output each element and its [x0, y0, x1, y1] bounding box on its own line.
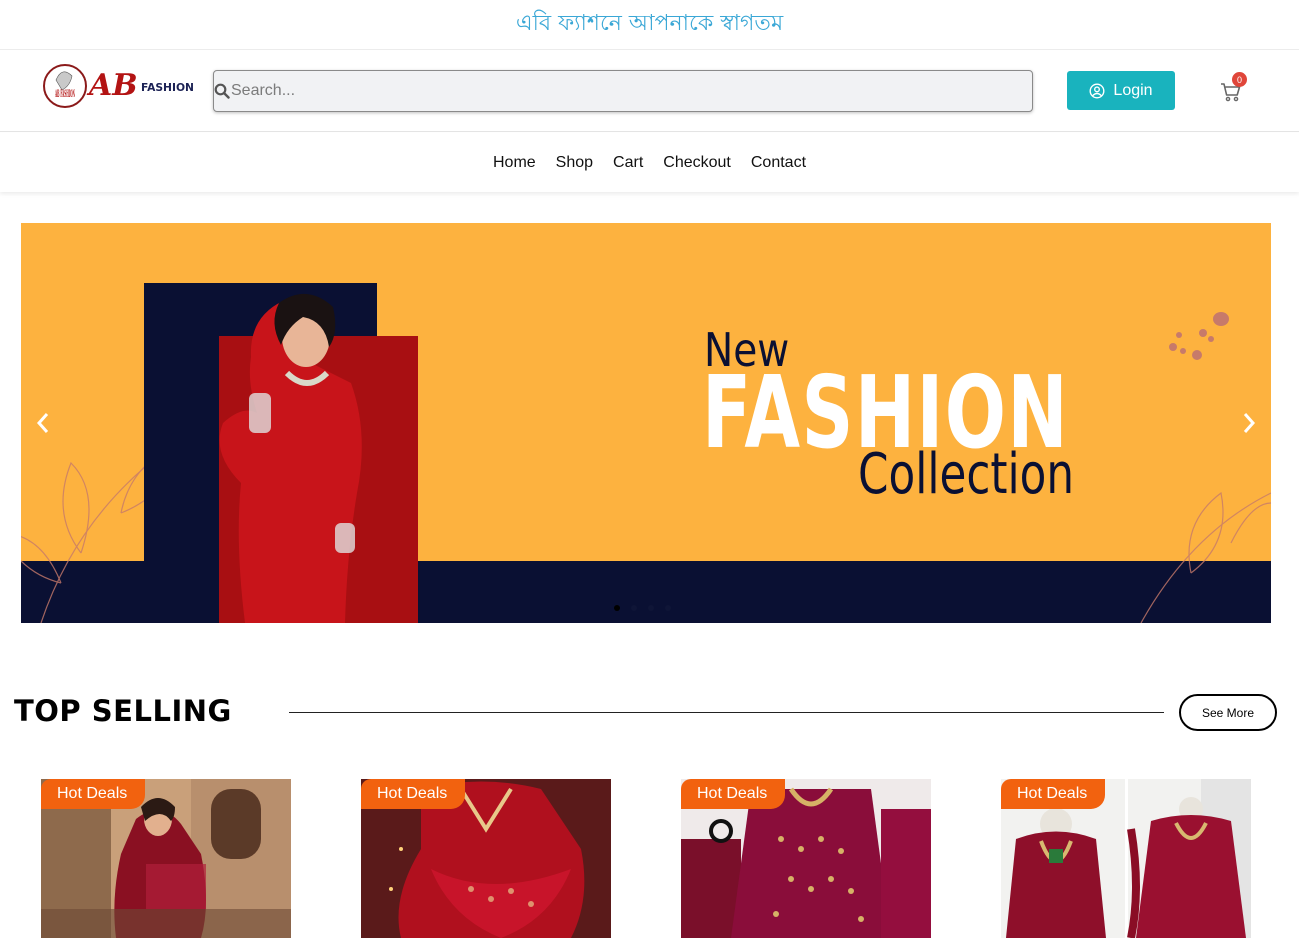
nav-item-home[interactable]: Home: [493, 154, 536, 172]
slider-dot[interactable]: [614, 605, 620, 611]
slider-prev-button[interactable]: [31, 409, 55, 437]
search-icon: [214, 83, 230, 99]
hero-banner-image: [21, 223, 1271, 623]
cart-button[interactable]: 0: [1219, 72, 1249, 106]
product-card[interactable]: Hot Deals: [681, 779, 931, 938]
hot-deals-badge: Hot Deals: [41, 779, 146, 809]
logo-subtext: FASHION: [141, 81, 194, 94]
slider-dot[interactable]: [631, 605, 637, 611]
product-card[interactable]: Hot Deals: [361, 779, 611, 938]
logo-text: AB: [86, 68, 138, 103]
section-divider: [289, 712, 1164, 713]
login-label: Login: [1113, 81, 1153, 99]
search-box[interactable]: [213, 70, 1033, 112]
welcome-text: এবি ফ্যাশনে আপনাকে স্বাগতম: [515, 10, 784, 36]
slider-dot[interactable]: [665, 605, 671, 611]
hero-slider: New FASHION Collection: [21, 223, 1271, 623]
hot-deals-badge: Hot Deals: [1001, 779, 1106, 809]
nav-item-cart[interactable]: Cart: [613, 154, 643, 172]
slider-next-button[interactable]: [1237, 409, 1261, 437]
welcome-bar: এবি ফ্যাশনে আপনাকে স্বাগতম: [0, 0, 1299, 48]
slider-pagination: [614, 605, 671, 611]
nav-item-contact[interactable]: Contact: [751, 154, 806, 172]
nav-item-shop[interactable]: Shop: [556, 154, 593, 172]
chevron-right-icon: [1243, 413, 1256, 433]
nav-item-checkout[interactable]: Checkout: [663, 154, 731, 172]
product-card[interactable]: Hot Deals: [1001, 779, 1251, 938]
login-button[interactable]: Login: [1067, 71, 1175, 110]
site-header: AB FASHION AB FASHION Login 0: [0, 49, 1299, 132]
chevron-left-icon: [36, 413, 49, 433]
slider-dot[interactable]: [648, 605, 654, 611]
hot-deals-badge: Hot Deals: [361, 779, 466, 809]
main-nav: Home Shop Cart Checkout Contact: [0, 133, 1299, 192]
search-input[interactable]: [231, 71, 1032, 111]
product-card[interactable]: Hot Deals: [41, 779, 291, 938]
section-title-top-selling: TOP SELLING: [14, 694, 232, 728]
cart-count-badge: 0: [1232, 72, 1247, 87]
see-more-button[interactable]: See More: [1179, 694, 1277, 731]
site-logo[interactable]: AB FASHION AB FASHION: [42, 60, 197, 112]
logo-badge-text: AB FASHION: [55, 89, 75, 100]
banner-heading-collection: Collection: [858, 442, 1075, 507]
user-circle-icon: [1089, 82, 1105, 99]
hot-deals-badge: Hot Deals: [681, 779, 786, 809]
